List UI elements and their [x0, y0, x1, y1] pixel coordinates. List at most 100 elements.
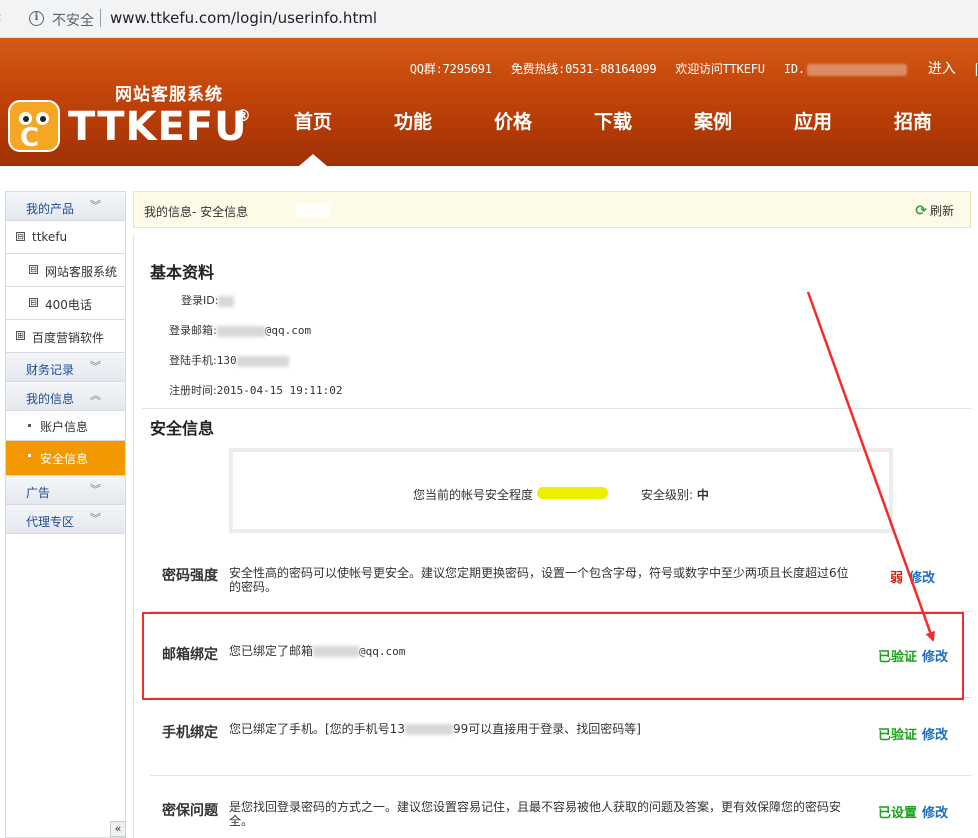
- phone-binding-suffix: 99可以直接用于登录、找回密码等]: [452, 722, 641, 736]
- phone-binding-prefix: 您已绑定了手机。[您的手机号13: [229, 722, 405, 736]
- sidebar-group-label: 广告: [26, 486, 51, 500]
- user-id-label: ID.: [784, 62, 909, 76]
- bullet-icon: [28, 454, 31, 457]
- sidebar-item-label: 网站客服系统: [45, 265, 118, 279]
- site-slogan: 网站客服系统: [115, 85, 223, 105]
- nav-features[interactable]: 功能: [363, 106, 463, 146]
- info-icon[interactable]: i: [29, 11, 44, 26]
- sidebar-item-400-phone[interactable]: ⊟ 400电话: [6, 287, 125, 320]
- sidebar-item-baidu[interactable]: ⊞ 百度营销软件: [6, 320, 125, 353]
- login-id-row: 登录ID:: [181, 292, 235, 308]
- edit-phone-link[interactable]: 修改: [922, 724, 948, 743]
- phone-label: 登陆手机:: [169, 354, 217, 367]
- refresh-label: 刷新: [929, 204, 954, 218]
- nav-home[interactable]: 首页: [263, 106, 363, 146]
- content-title-bar: 我的信息- 安全信息 ⟳ 刷新: [133, 191, 971, 228]
- browser-address-bar: ‹ i 不安全 www.ttkefu.com/login/userinfo.ht…: [0, 0, 978, 38]
- brand-name[interactable]: TTKEFU: [68, 104, 248, 150]
- phone-row: 登陆手机:130: [169, 352, 289, 368]
- password-strength-status: 弱: [890, 571, 904, 586]
- sidebar-item-account-info[interactable]: 账户信息: [6, 411, 125, 441]
- refresh-button[interactable]: ⟳ 刷新: [915, 202, 954, 219]
- edit-question-link[interactable]: 修改: [922, 802, 948, 821]
- annotation-highlight-box: [142, 612, 964, 700]
- sidebar-group-label: 我的信息: [26, 392, 75, 406]
- chevron-down-icon: ︾: [90, 360, 101, 373]
- user-id-prefix: ID.: [783, 62, 805, 76]
- sidebar-group-agent[interactable]: 代理专区 ︾: [6, 505, 125, 534]
- sidebar-group-label: 我的产品: [26, 202, 75, 216]
- breadcrumb: 我的信息- 安全信息: [144, 205, 249, 219]
- sidebar-item-web-service[interactable]: ⊟ 网站客服系统: [6, 254, 125, 287]
- sidebar-item-label: 百度营销软件: [32, 331, 105, 345]
- chevron-up-icon: ︽: [90, 389, 101, 402]
- security-level: 安全级别: 中: [641, 486, 709, 503]
- sidebar-item-ttkefu[interactable]: ⊟ ttkefu: [6, 221, 125, 254]
- title-redacted: [296, 204, 330, 218]
- email-label: 登录邮箱:: [169, 324, 217, 337]
- collapse-tree-icon: ⊟: [29, 298, 38, 307]
- sidebar-group-my-info[interactable]: 我的信息 ︽: [6, 382, 125, 411]
- security-level-bar: [537, 487, 608, 499]
- nav-active-pointer: [299, 154, 327, 166]
- refresh-icon: ⟳: [915, 203, 927, 219]
- phone-redacted: [236, 355, 289, 367]
- reg-time-row: 注册时间:2015-04-15 19:11:02: [169, 382, 343, 398]
- nav-partners[interactable]: 招商: [863, 106, 963, 146]
- logo-letter: C: [20, 123, 40, 153]
- collapse-tree-icon: ⊟: [29, 265, 38, 274]
- row-description: 安全性高的密码可以使帐号更安全。建议您定期更换密码，设置一个包含字母，符号或数字…: [229, 566, 849, 594]
- security-level-label: 安全级别:: [641, 488, 694, 502]
- sidebar-group-my-products[interactable]: 我的产品 ︾: [6, 192, 125, 221]
- logo-icon[interactable]: C: [8, 100, 60, 153]
- sidebar-item-security-info[interactable]: 安全信息: [6, 441, 125, 476]
- chevron-down-icon: ︾: [90, 483, 101, 496]
- chevron-down-icon: ︾: [90, 199, 101, 212]
- row-name: 手机绑定: [162, 725, 218, 741]
- security-level-box: 您当前的帐号安全程度 安全级别: 中: [229, 448, 893, 533]
- expand-tree-icon: ⊞: [16, 331, 25, 340]
- row-description: 是您找回登录密码的方式之一。建议您设置容易记住，且最不容易被他人获取的问题及答案…: [229, 800, 842, 828]
- login-id-redacted: [218, 295, 235, 307]
- email-suffix: @qq.com: [264, 324, 312, 337]
- phone-binding-redacted: [404, 724, 453, 735]
- site-header: QQ群:7295691 免费热线:0531-88164099 欢迎访问TTKEF…: [0, 38, 978, 166]
- edit-password-link[interactable]: 修改: [909, 567, 935, 586]
- row-divider: [150, 775, 972, 776]
- user-id-redacted: [806, 63, 907, 76]
- nav-pricing[interactable]: 价格: [463, 106, 563, 146]
- phone-prefix: 130: [216, 354, 237, 367]
- security-info-title: 安全信息: [150, 419, 215, 438]
- header-top-links: QQ群:7295691 免费热线:0531-88164099 欢迎访问TTKEF…: [398, 58, 978, 78]
- bullet-icon: [28, 424, 31, 427]
- login-id-label: 登录ID:: [181, 294, 219, 307]
- chevron-down-icon: ︾: [90, 512, 101, 525]
- nav-cases[interactable]: 案例: [663, 106, 763, 146]
- security-level-message: 您当前的帐号安全程度: [413, 488, 534, 502]
- sidebar-group-ads[interactable]: 广告 ︾: [6, 476, 125, 505]
- security-level-value: 中: [696, 488, 709, 502]
- email-row: 登录邮箱: @qq.com: [169, 322, 311, 338]
- row-name: 密码强度: [162, 568, 218, 584]
- enter-link[interactable]: 进入: [928, 60, 956, 76]
- main-content: 基本资料 登录ID: 登录邮箱: @qq.com 登陆手机:130 注册时间:20…: [133, 235, 978, 838]
- nav-download[interactable]: 下载: [563, 106, 663, 146]
- qq-group: QQ群:7295691: [409, 62, 492, 76]
- sidebar-group-finance[interactable]: 财务记录 ︾: [6, 353, 125, 382]
- security-label[interactable]: 不安全: [52, 10, 94, 30]
- email-redacted: [216, 325, 265, 337]
- phone-verified-status: 已验证: [878, 728, 918, 743]
- collapse-sidebar-button[interactable]: «: [110, 821, 126, 837]
- question-set-status: 已设置: [878, 806, 918, 821]
- back-arrow-icon[interactable]: ‹: [0, 10, 2, 26]
- reg-time-label: 注册时间:: [169, 384, 217, 397]
- url-text[interactable]: www.ttkefu.com/login/userinfo.html: [110, 9, 377, 27]
- welcome-text: 欢迎访问TTKEFU: [675, 62, 765, 76]
- nav-apps[interactable]: 应用: [763, 106, 863, 146]
- sidebar-item-label: 400电话: [45, 298, 92, 312]
- sidebar-group-label: 代理专区: [26, 515, 75, 529]
- row-name: 密保问题: [162, 803, 218, 819]
- registered-mark: ®: [235, 106, 251, 125]
- basic-info-title: 基本资料: [150, 263, 215, 282]
- address-separator: [100, 9, 101, 27]
